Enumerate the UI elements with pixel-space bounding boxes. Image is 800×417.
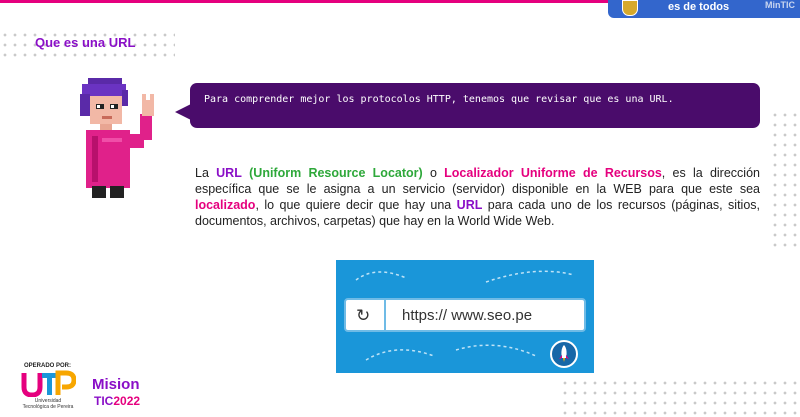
tic-year: 2022	[113, 394, 141, 408]
gov-tagline: es de todos	[668, 1, 730, 13]
body-text-segment: La	[195, 166, 217, 180]
body-text-segment: , lo que quiere decir que hay una	[255, 198, 457, 212]
browser-address-illustration: ↻ https:// www.seo.pe	[336, 260, 594, 373]
url-full-term: (Uniform Resource Locator)	[249, 166, 423, 180]
gov-entity: MinTIC	[765, 0, 795, 10]
utp-logo	[21, 370, 76, 397]
mision-tic-logo-tic: TIC2022	[94, 394, 140, 408]
utp-name: Universidad Tecnológica de Pereira	[22, 398, 74, 410]
pixel-character-illustration	[80, 78, 154, 198]
url-term-2: URL	[456, 198, 483, 212]
body-text-segment: o	[422, 166, 445, 180]
rocket-icon	[550, 340, 578, 368]
localizador-term: Localizador Uniforme de Recursos	[444, 166, 662, 180]
refresh-icon: ↻	[356, 306, 371, 325]
tic-text: TIC	[94, 394, 114, 408]
colombia-shield-icon	[622, 0, 638, 16]
page-title: Que es una URL	[35, 35, 136, 50]
url-text: https:// www.seo.pe	[402, 307, 533, 324]
dot-pattern-bottom-right	[560, 378, 800, 417]
speech-text: Para comprender mejor los protocolos HTT…	[204, 94, 674, 105]
address-bar-divider	[384, 300, 386, 330]
dot-pattern-right	[770, 110, 800, 250]
address-bar: ↻ https:// www.seo.pe	[344, 298, 586, 332]
url-definition-paragraph: La URL (Uniform Resource Locator) o Loca…	[195, 165, 760, 229]
url-term: URL	[216, 166, 242, 180]
localizado-term: localizado	[195, 198, 256, 212]
mision-tic-logo-mision: Mision	[92, 376, 140, 393]
